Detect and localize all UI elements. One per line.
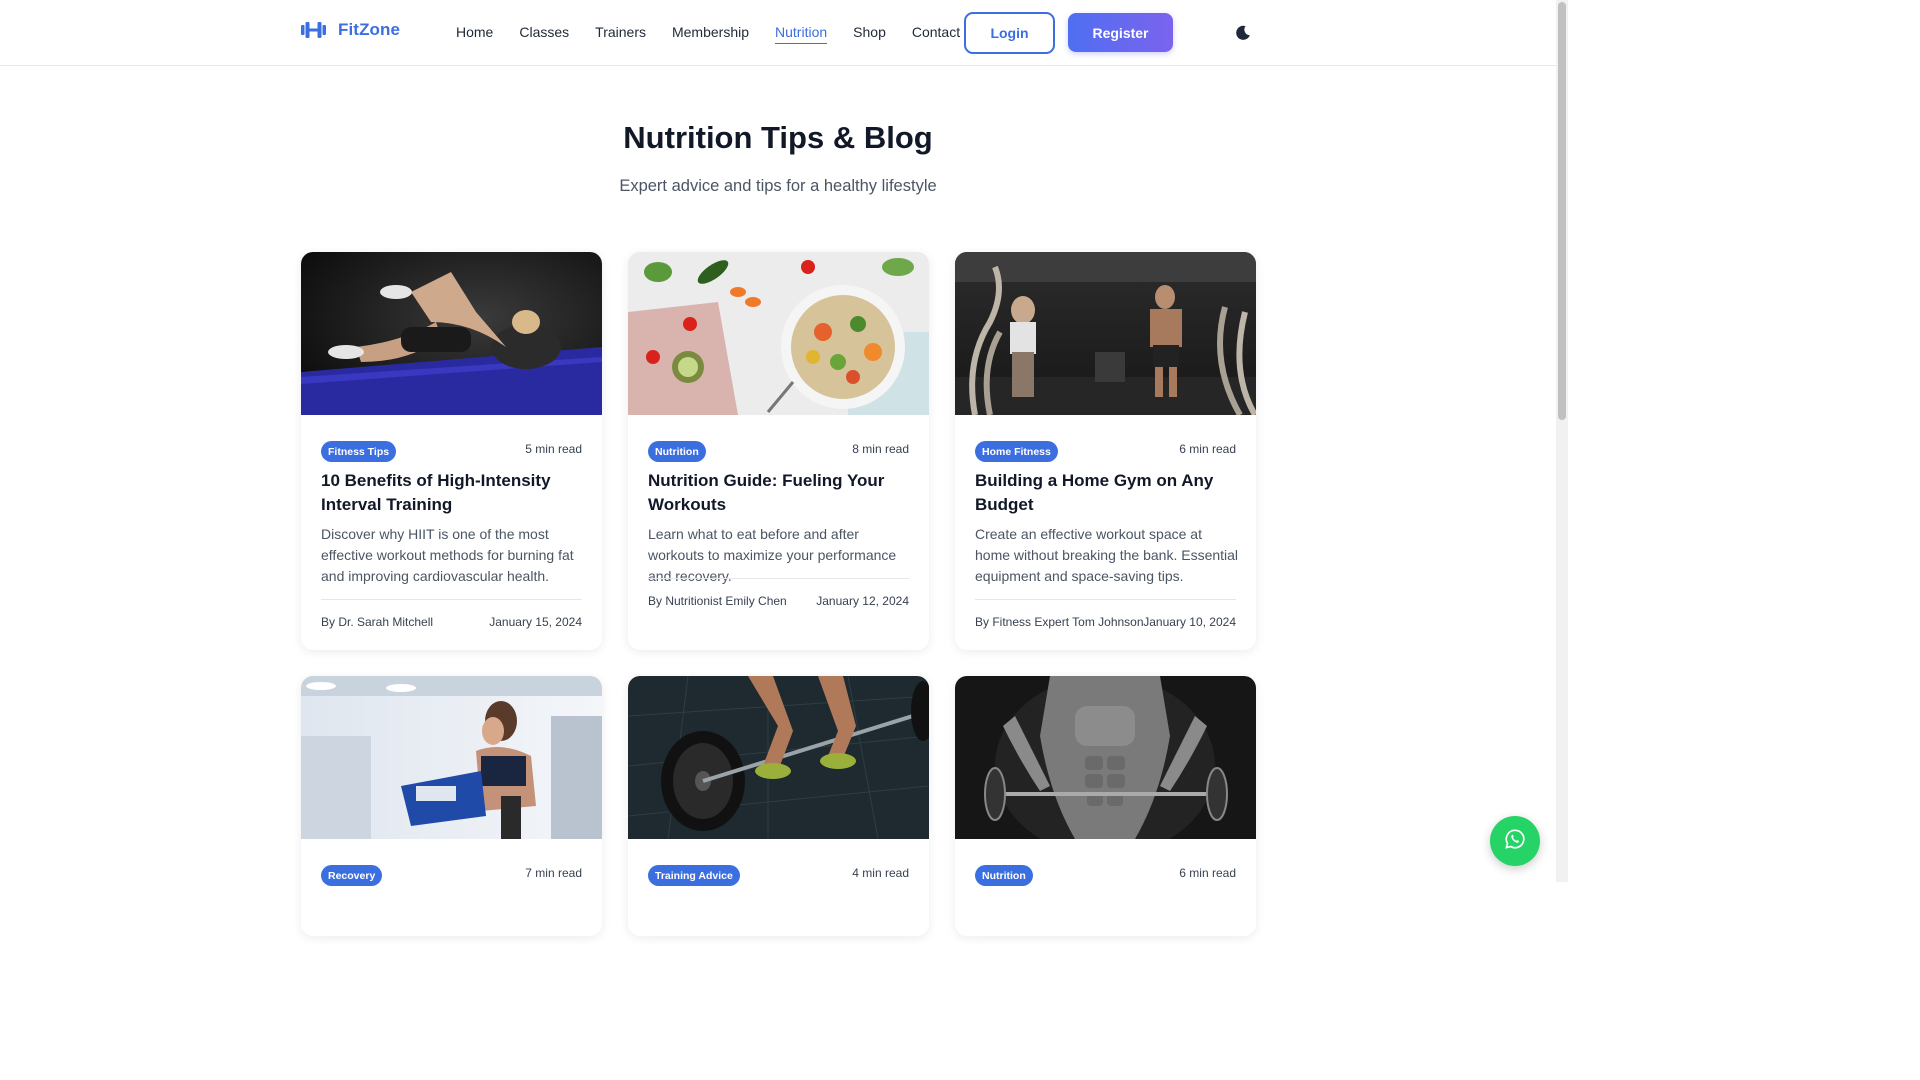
category-badge: Nutrition: [648, 441, 706, 462]
post-date: January 12, 2024: [816, 594, 909, 608]
woman-on-exercise-bike-photo: [301, 676, 602, 839]
category-badge: Training Advice: [648, 865, 740, 886]
woman-doing-crunches-photo: [301, 252, 602, 415]
dumbbell-icon: [301, 21, 326, 39]
post-author: By Nutritionist Emily Chen: [648, 594, 787, 608]
whatsapp-icon: [1504, 828, 1526, 855]
nav-item-trainers[interactable]: Trainers: [595, 24, 646, 43]
post-date: January 15, 2024: [489, 615, 582, 629]
blog-card[interactable]: Training Advice 4 min read: [628, 676, 929, 936]
blog-card[interactable]: Recovery 7 min read: [301, 676, 602, 936]
login-button[interactable]: Login: [964, 12, 1055, 54]
card-divider: [648, 578, 909, 579]
site-header: FitZone Home Classes Trainers Membership…: [0, 0, 1556, 66]
read-time: 4 min read: [852, 866, 909, 880]
post-title[interactable]: Building a Home Gym on Any Budget: [975, 469, 1237, 517]
page-title: Nutrition Tips & Blog: [623, 120, 933, 155]
page-subtitle: Expert advice and tips for a healthy lif…: [619, 177, 937, 195]
read-time: 8 min read: [852, 442, 909, 456]
post-author: By Fitness Expert Tom Johnson: [975, 615, 1144, 629]
card-divider: [975, 599, 1236, 600]
blog-card[interactable]: Fitness Tips 5 min read 10 Benefits of H…: [301, 252, 602, 650]
whatsapp-button[interactable]: [1490, 816, 1540, 866]
blog-card[interactable]: Home Fitness 6 min read Building a Home …: [955, 252, 1256, 650]
page-scrollbar[interactable]: [1556, 0, 1568, 882]
brand-name: FitZone: [338, 20, 401, 39]
card-divider: [321, 599, 582, 600]
healthy-food-bowl-photo: [628, 252, 929, 415]
scrollbar-thumb[interactable]: [1558, 2, 1566, 420]
post-excerpt: Create an effective workout space at hom…: [975, 526, 1239, 584]
read-time: 7 min read: [525, 866, 582, 880]
post-title[interactable]: Nutrition Guide: Fueling Your Workouts: [648, 469, 910, 517]
bodybuilder-barbell-curl-photo: [955, 676, 1256, 839]
category-badge: Nutrition: [975, 865, 1033, 886]
nav-item-nutrition[interactable]: Nutrition: [775, 24, 828, 44]
post-author: By Dr. Sarah Mitchell: [321, 615, 434, 629]
blog-card[interactable]: Nutrition 6 min read: [955, 676, 1256, 936]
read-time: 6 min read: [1179, 866, 1236, 880]
post-title[interactable]: 10 Benefits of High-Intensity Interval T…: [321, 469, 583, 517]
moon-icon[interactable]: [1234, 24, 1252, 42]
nav-item-classes[interactable]: Classes: [519, 24, 569, 43]
nav-item-contact[interactable]: Contact: [912, 24, 960, 43]
read-time: 5 min read: [525, 442, 582, 456]
register-button[interactable]: Register: [1068, 13, 1173, 52]
category-badge: Fitness Tips: [321, 441, 397, 462]
main-nav: Home Classes Trainers Membership Nutriti…: [456, 24, 986, 44]
nav-item-shop[interactable]: Shop: [853, 24, 886, 43]
category-badge: Recovery: [321, 865, 383, 886]
read-time: 6 min read: [1179, 442, 1236, 456]
brand-logo[interactable]: FitZone: [301, 20, 400, 40]
nav-item-membership[interactable]: Membership: [672, 24, 749, 43]
battle-ropes-photo: [955, 252, 1256, 415]
category-badge: Home Fitness: [975, 441, 1058, 462]
blog-card[interactable]: Nutrition 8 min read Nutrition Guide: Fu…: [628, 252, 929, 650]
barbell-deadlift-photo: [628, 676, 929, 839]
nav-item-home[interactable]: Home: [456, 24, 493, 43]
post-excerpt: Discover why HIIT is one of the most eff…: [321, 526, 574, 584]
post-date: January 10, 2024: [1143, 615, 1236, 629]
